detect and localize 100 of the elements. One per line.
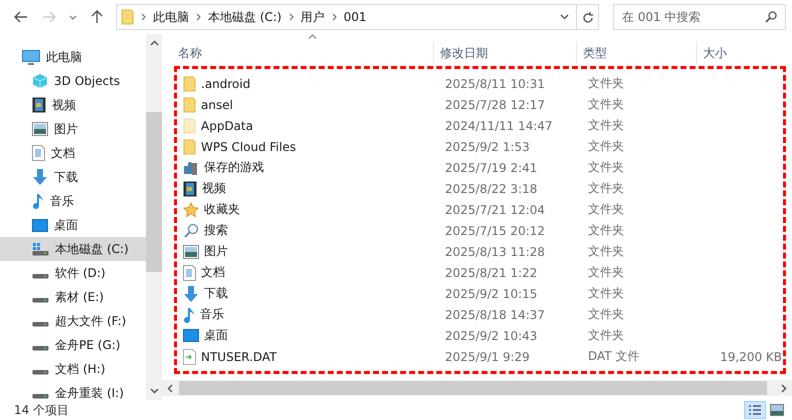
table-cell: 2025/8/11 10:31 [445, 76, 545, 90]
table-cell: DAT 文件 [588, 349, 640, 363]
vertical-scrollbar[interactable] [146, 34, 162, 400]
file-name[interactable]: NTUSER.DAT [201, 350, 277, 364]
folder-icon [183, 76, 196, 92]
drive-icon [32, 242, 49, 256]
table-cell: 2025/7/15 20:12 [445, 224, 545, 238]
chevron-icon [196, 13, 201, 21]
table-cell: 文件夹 [588, 139, 624, 153]
sidebar-item[interactable]: 素材 (E:) [0, 285, 146, 309]
sidebar-item[interactable]: 3D Objects [0, 69, 146, 93]
sidebar-item[interactable]: 超大文件 (F:) [0, 309, 146, 333]
sidebar-item[interactable]: 金舟PE (G:) [0, 333, 146, 357]
scroll-up-icon[interactable] [150, 40, 158, 46]
sidebar-item[interactable]: 图片 [0, 117, 146, 141]
cube-icon [32, 73, 48, 89]
search-field[interactable]: 在 001 中搜索 [613, 4, 786, 30]
drive-icon [32, 370, 49, 375]
sort-ascending-icon [308, 34, 317, 39]
picture-icon [770, 404, 784, 416]
address-bar[interactable]: 此电脑 本地磁盘 (C:) 用户 001 [116, 4, 599, 30]
drive-icon [32, 298, 49, 303]
details-list-icon [748, 404, 762, 416]
table-cell: 2025/9/2 10:43 [445, 328, 538, 342]
search-icon [765, 11, 777, 23]
table-cell: 文件夹 [588, 97, 624, 111]
table-cell: 2025/8/13 11:28 [445, 244, 545, 258]
file-name[interactable]: ansel [201, 98, 233, 112]
column-header[interactable]: 类型 [577, 42, 697, 64]
file-name[interactable]: 桌面 [204, 327, 228, 344]
star-icon [183, 202, 199, 218]
column-header[interactable]: 大小 [697, 42, 777, 64]
column-header[interactable]: 修改日期 [434, 42, 577, 64]
table-cell: 文件夹 [588, 307, 624, 321]
file-name[interactable]: 下载 [204, 285, 228, 302]
table-cell: 文件夹 [588, 265, 624, 279]
sidebar-item[interactable]: 文档 (H:) [0, 357, 146, 381]
sidebar-item[interactable]: 本地磁盘 (C:) [0, 237, 146, 261]
caret-icon [69, 14, 77, 20]
table-cell: 2025/9/1 9:29 [445, 350, 530, 364]
music-note-icon [183, 306, 195, 322]
chevron-icon [332, 13, 337, 21]
breadcrumb-item[interactable]: 本地磁盘 (C:) [208, 8, 282, 26]
sidebar-item[interactable]: 软件 (D:) [0, 261, 146, 285]
sidebar-item[interactable]: 此电脑 [0, 45, 146, 69]
file-icon [183, 348, 196, 364]
sidebar-item[interactable]: 音乐 [0, 189, 146, 213]
film-icon [32, 97, 46, 113]
sidebar-item[interactable]: 金舟重装 (I:) [0, 381, 146, 400]
item-count: 14 个项目 [14, 402, 70, 418]
magnifier-icon [183, 222, 199, 238]
scroll-down-icon[interactable] [150, 388, 158, 394]
file-name[interactable]: 音乐 [200, 306, 224, 323]
breadcrumb-item[interactable]: 此电脑 [153, 8, 189, 26]
breadcrumb-item[interactable]: 001 [344, 10, 367, 24]
sidebar-item[interactable]: 桌面 [0, 213, 146, 237]
table-cell: 2025/9/2 1:53 [445, 140, 530, 154]
breadcrumb-item[interactable]: 用户 [300, 8, 325, 26]
up-arrow-icon [91, 10, 103, 24]
pictures-icon [183, 244, 199, 258]
file-name[interactable]: AppData [201, 118, 254, 132]
document-icon [32, 145, 45, 161]
file-name[interactable]: 文档 [201, 264, 225, 281]
table-cell: 文件夹 [588, 160, 624, 174]
sidebar-item[interactable]: 下载 [0, 165, 146, 189]
table-cell: 文件夹 [588, 76, 624, 90]
back-arrow-icon [14, 11, 28, 23]
dropdown-icon[interactable] [560, 14, 569, 20]
file-name[interactable]: .android [201, 76, 250, 90]
table-cell: 2024/11/11 14:47 [445, 118, 553, 132]
table-cell: 2025/7/21 12:04 [445, 202, 545, 216]
file-name[interactable]: 搜索 [204, 222, 228, 239]
column-header[interactable]: 名称 [172, 42, 434, 64]
table-cell: 文件夹 [588, 202, 624, 216]
horizontal-scrollbar[interactable] [162, 380, 792, 396]
sidebar-item[interactable]: 视频 [0, 93, 146, 117]
desktop-icon [183, 329, 199, 342]
folder-icon [183, 96, 196, 112]
table-cell: 文件夹 [588, 328, 624, 342]
desktop-icon [32, 218, 48, 232]
table-cell: 文件夹 [588, 118, 624, 132]
scrollbar-thumb[interactable] [179, 381, 767, 395]
details-view-button[interactable] [744, 401, 766, 419]
file-name[interactable]: WPS Cloud Files [201, 140, 296, 154]
table-cell: 2025/9/2 10:15 [445, 286, 538, 300]
file-name[interactable]: 收藏夹 [204, 201, 240, 218]
scroll-right-icon[interactable] [781, 384, 787, 392]
file-name[interactable]: 保存的游戏 [204, 159, 264, 176]
file-name[interactable]: 视频 [202, 180, 226, 197]
music-note-icon [32, 193, 44, 209]
document-icon [183, 264, 196, 280]
file-name[interactable]: 图片 [204, 243, 228, 260]
scroll-left-icon[interactable] [167, 384, 173, 392]
refresh-icon [582, 10, 594, 24]
chevron-icon [141, 13, 146, 21]
table-cell: 文件夹 [588, 181, 624, 195]
sidebar-item[interactable]: 文档 [0, 141, 146, 165]
pictures-icon [32, 122, 48, 136]
table-cell: 2025/8/21 1:22 [445, 266, 538, 280]
scrollbar-thumb[interactable] [146, 112, 162, 272]
